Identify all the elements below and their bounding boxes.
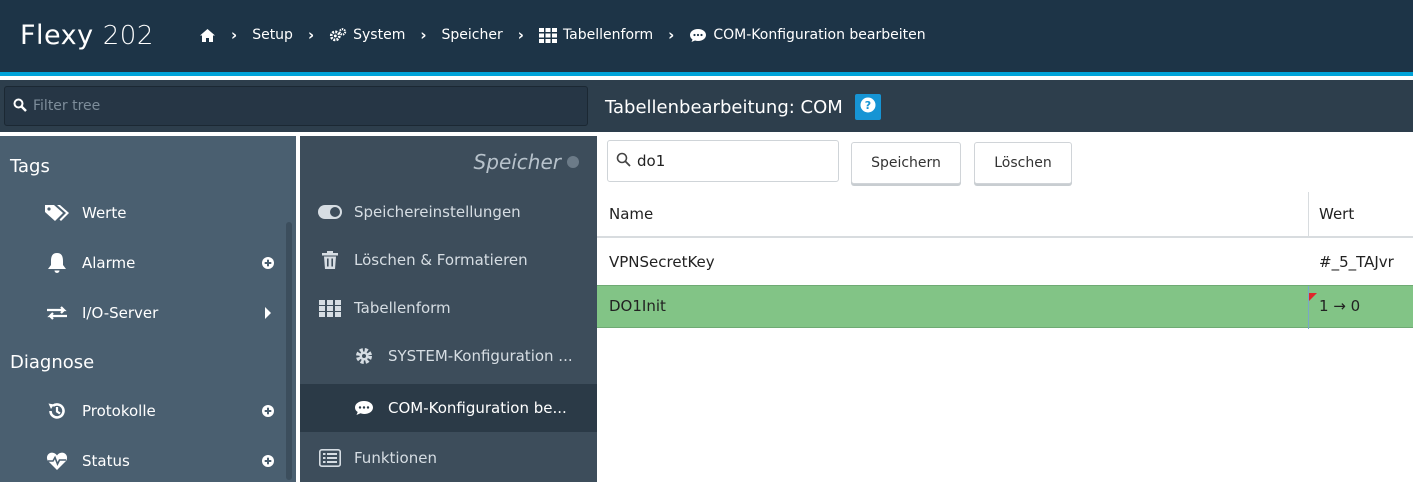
- panel-header: Tabellenbearbeitung: COM ?: [605, 94, 881, 120]
- plus-circle-icon[interactable]: [262, 405, 274, 417]
- exchange-icon: [44, 302, 70, 324]
- table-search-input[interactable]: [637, 152, 827, 170]
- breadcrumb-home[interactable]: [198, 27, 216, 43]
- comment-icon: [689, 27, 707, 43]
- bell-icon: [44, 252, 70, 274]
- close-submenu-icon[interactable]: [567, 156, 579, 168]
- filter-tree-input[interactable]: [33, 98, 573, 114]
- sidebar-item-label: Status: [82, 452, 130, 470]
- brand-logo[interactable]: Flexy 202: [20, 20, 154, 51]
- column-header-value[interactable]: Wert: [1319, 205, 1354, 223]
- submenu-panel: Speicher Speichereinstellungen Löschen &…: [300, 136, 597, 482]
- breadcrumb-separator: ›: [668, 26, 675, 44]
- list-icon: [318, 448, 342, 468]
- breadcrumb-setup[interactable]: Setup: [252, 27, 293, 43]
- column-header-name[interactable]: Name: [609, 205, 653, 223]
- table-editor: Speichern Löschen Name Wert VPNSecretKey…: [597, 132, 1413, 482]
- sidebar: Tags Werte Alarme I/O-Server Diagnose Pr…: [0, 136, 296, 482]
- submenu-item-label: COM-Konfiguration be...: [388, 399, 567, 417]
- breadcrumb-speicher[interactable]: Speicher: [442, 27, 503, 43]
- submenu-item-tabellenform[interactable]: Tabellenform: [300, 284, 597, 332]
- cell-name: DO1Init: [609, 297, 666, 315]
- caret-right-icon[interactable]: [262, 307, 274, 319]
- delete-button[interactable]: Löschen: [974, 142, 1072, 184]
- breadcrumb-tabellenform[interactable]: Tabellenform: [538, 27, 654, 43]
- plus-circle-icon[interactable]: [262, 455, 274, 467]
- submenu-item-label: Tabellenform: [354, 299, 451, 317]
- sidebar-item-protokolle[interactable]: Protokolle: [0, 390, 282, 432]
- breadcrumb-separator: ›: [517, 26, 524, 44]
- submenu-item-label: Funktionen: [354, 449, 437, 467]
- search-icon: [616, 152, 631, 171]
- cog-icon: [352, 346, 376, 366]
- breadcrumb: › Setup › System › Speicher › Tabellenfo…: [198, 26, 926, 44]
- cell-name: VPNSecretKey: [609, 253, 715, 271]
- home-icon: [198, 27, 216, 43]
- submenu-item-loeschen-formatieren[interactable]: Löschen & Formatieren: [300, 236, 597, 284]
- modified-marker-icon: [1309, 286, 1317, 305]
- search-icon: [13, 97, 27, 116]
- question-icon: ?: [860, 97, 876, 118]
- table-row-modified[interactable]: DO1Init 1 → 0: [597, 285, 1413, 329]
- breadcrumb-separator: ›: [231, 26, 238, 44]
- grid-icon: [318, 298, 342, 318]
- table-row[interactable]: VPNSecretKey #_5_TAJvr: [597, 240, 1413, 286]
- sidebar-item-status[interactable]: Status: [0, 440, 282, 482]
- table-header-row: Name Wert: [597, 192, 1413, 238]
- submenu-item-label: Speichereinstellungen: [354, 203, 521, 221]
- comment-icon: [352, 398, 376, 418]
- svg-text:?: ?: [865, 99, 871, 112]
- sidebar-heading-diagnose: Diagnose: [10, 352, 95, 373]
- history-icon: [44, 400, 70, 422]
- submenu-item-speichereinstellungen[interactable]: Speichereinstellungen: [300, 188, 597, 236]
- breadcrumb-label: System: [353, 27, 406, 43]
- sidebar-item-label: Protokolle: [82, 402, 156, 420]
- breadcrumb-label: COM-Konfiguration bearbeiten: [713, 27, 926, 43]
- filter-tree-box: [4, 86, 588, 126]
- submenu-item-com-konfiguration[interactable]: COM-Konfiguration be...: [300, 384, 597, 432]
- breadcrumb-separator: ›: [307, 26, 315, 44]
- breadcrumb-system[interactable]: System: [329, 27, 405, 43]
- help-button[interactable]: ?: [854, 94, 881, 120]
- cell-value[interactable]: 1 → 0: [1319, 297, 1360, 315]
- sidebar-heading-tags: Tags: [10, 156, 50, 177]
- breadcrumb-com-konfiguration[interactable]: COM-Konfiguration bearbeiten: [689, 27, 926, 43]
- submenu-item-label: SYSTEM-Konfiguration ...: [388, 347, 573, 365]
- brand-name: Flexy: [20, 20, 94, 51]
- grid-icon: [538, 27, 557, 43]
- sidebar-item-label: I/O-Server: [82, 304, 159, 322]
- sidebar-item-label: Alarme: [82, 254, 136, 272]
- breadcrumb-label: Tabellenform: [562, 27, 654, 43]
- cogs-icon: [329, 27, 347, 43]
- submenu-title: Speicher: [474, 150, 579, 174]
- toolbar-row: Tabellenbearbeitung: COM ?: [0, 80, 1413, 132]
- table-search-box: [607, 140, 839, 182]
- submenu-item-funktionen[interactable]: Funktionen: [300, 434, 597, 482]
- toggle-icon: [318, 202, 342, 222]
- heartbeat-icon: [44, 450, 70, 472]
- breadcrumb-label: Speicher: [441, 27, 503, 43]
- brand-version: 202: [102, 21, 154, 51]
- tags-icon: [44, 202, 70, 224]
- breadcrumb-label: Setup: [252, 27, 293, 43]
- sidebar-item-label: Werte: [82, 204, 127, 222]
- sidebar-scrollbar[interactable]: [286, 222, 292, 480]
- breadcrumb-separator: ›: [420, 26, 427, 44]
- column-divider: [1308, 192, 1309, 238]
- plus-circle-icon[interactable]: [262, 257, 274, 269]
- sidebar-item-alarme[interactable]: Alarme: [0, 242, 282, 284]
- sidebar-item-werte[interactable]: Werte: [0, 192, 282, 234]
- submenu-title-label: Speicher: [473, 150, 561, 174]
- submenu-item-label: Löschen & Formatieren: [354, 251, 528, 269]
- cell-value[interactable]: #_5_TAJvr: [1319, 253, 1394, 271]
- trash-icon: [318, 250, 342, 270]
- save-button[interactable]: Speichern: [851, 142, 961, 184]
- top-navbar: Flexy 202 › Setup › System › Speicher ›: [0, 0, 1413, 76]
- sidebar-item-io-server[interactable]: I/O-Server: [0, 292, 282, 334]
- submenu-item-system-konfiguration[interactable]: SYSTEM-Konfiguration ...: [300, 332, 597, 380]
- page-title: Tabellenbearbeitung: COM: [605, 96, 843, 118]
